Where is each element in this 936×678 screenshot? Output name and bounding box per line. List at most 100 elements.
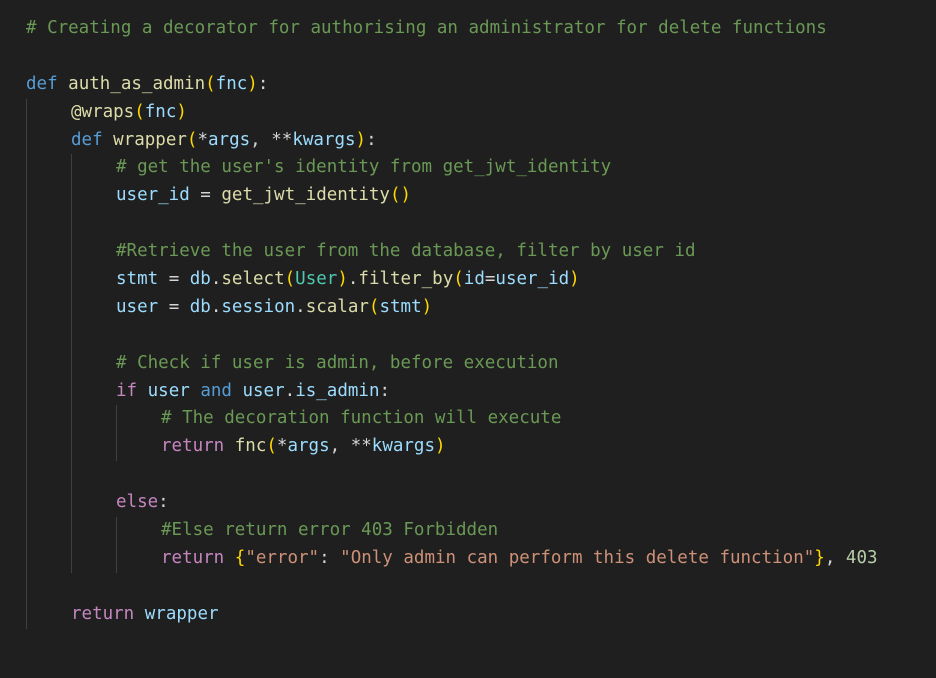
code-token: ( [266,436,277,457]
code-token: = [484,269,496,290]
code-token: wrapper [144,603,219,624]
code-token: ( [186,129,198,150]
code-token: ** [350,436,372,457]
code-token: ) [421,296,433,317]
indent-guide [116,544,117,573]
code-token: #Else return error 403 Forbidden [161,520,499,541]
indent-guide [26,405,27,434]
code-line[interactable]: ​ [26,572,931,601]
code-token: , [329,436,351,457]
code-line[interactable]: # Creating a decorator for authorising a… [26,15,931,43]
indent-guide [71,377,72,406]
code-token: : [366,129,377,150]
code-token: # Check if user is admin, before executi… [116,352,559,373]
code-line[interactable]: else: [26,489,931,518]
code-token: user_id [116,185,190,206]
indent-guide [26,182,27,211]
code-line[interactable]: #Retrieve the user from the database, fi… [26,238,931,267]
code-line[interactable]: ​ [26,461,931,490]
code-token: session [221,296,296,317]
indent-guide [26,126,27,155]
code-line[interactable]: # get the user's identity from get_jwt_i… [26,154,931,183]
code-token: args [208,129,251,150]
code-line[interactable]: user = db.session.scalar(stmt) [26,293,931,322]
code-line[interactable]: if user and user.is_admin: [26,377,931,406]
code-token: @wraps [71,101,135,122]
code-line[interactable]: def wrapper(*args, **kwargs): [26,126,931,155]
indent-guide [116,517,117,545]
code-token: fnc [234,436,267,457]
code-token: * [197,129,209,150]
code-token: user [147,380,190,401]
code-line[interactable]: ​ [26,321,931,350]
code-token: . [295,296,306,317]
indent-guide [116,405,117,434]
code-token: "error" [245,547,320,568]
code-token: if [116,380,138,401]
code-token: is_admin [295,380,380,401]
code-token: , [250,129,272,150]
code-token: # The decoration function will execute [161,408,562,429]
indent-guide [71,238,72,267]
indent-guide [26,210,27,239]
indent-guide [71,461,72,490]
code-token: and [200,380,232,401]
indent-guide [26,293,27,322]
code-token: ) [176,101,187,122]
indent-guide [71,321,72,350]
code-line[interactable]: user_id = get_jwt_identity() [26,182,931,211]
indent-guide [26,544,27,573]
code-line[interactable]: ​ [26,43,931,71]
code-token: ( [284,269,296,290]
code-area[interactable]: # Creating a decorator for authorising a… [26,15,931,629]
code-line[interactable]: stmt = db.select(User).filter_by(id=user… [26,266,931,294]
indent-guide [71,489,72,518]
code-token: ) [400,185,412,206]
code-line[interactable]: return wrapper [26,600,931,629]
code-editor[interactable]: # Creating a decorator for authorising a… [0,0,936,678]
code-token: wrapper [113,129,187,150]
indent-guide [26,154,27,183]
code-token: . [210,269,222,290]
code-token: # get the user's identity from get_jwt_i… [116,157,612,178]
indent-guide [26,321,27,350]
code-token: . [210,296,222,317]
code-token: id [463,269,485,290]
code-token: * [276,436,288,457]
indent-guide [71,433,72,462]
indent-guide [71,405,72,434]
code-line[interactable]: ​ [26,210,931,239]
indent-guide [26,600,27,629]
code-line[interactable]: return fnc(*args, **kwargs) [26,433,931,462]
indent-guide [71,544,72,573]
code-token: { [234,547,246,568]
code-token: user_id [495,269,570,290]
code-token: User [295,269,338,290]
code-token: 403 [845,547,878,568]
code-token: ( [134,101,145,122]
code-token: ) [569,269,580,290]
code-line[interactable]: #Else return error 403 Forbidden [26,517,931,545]
code-line[interactable]: return {"error": "Only admin can perform… [26,544,931,573]
code-line[interactable]: # The decoration function will execute [26,405,931,434]
code-token: ** [271,129,293,150]
code-token: return [71,603,135,624]
code-line[interactable]: # Check if user is admin, before executi… [26,349,931,378]
code-token: return [161,436,225,457]
indent-guide [26,572,27,601]
code-token: : [379,380,391,401]
code-token: def [71,129,103,150]
code-token: ) [247,73,258,94]
code-token: ) [337,269,348,290]
code-token: ( [389,185,401,206]
code-line[interactable]: @wraps(fnc) [26,98,931,127]
code-token: = [158,269,190,290]
code-line[interactable]: def auth_as_admin(fnc): [26,71,931,99]
indent-guide [71,266,72,294]
code-token: get_jwt_identity [221,185,390,206]
indent-guide [26,461,27,490]
indent-guide [71,349,72,378]
